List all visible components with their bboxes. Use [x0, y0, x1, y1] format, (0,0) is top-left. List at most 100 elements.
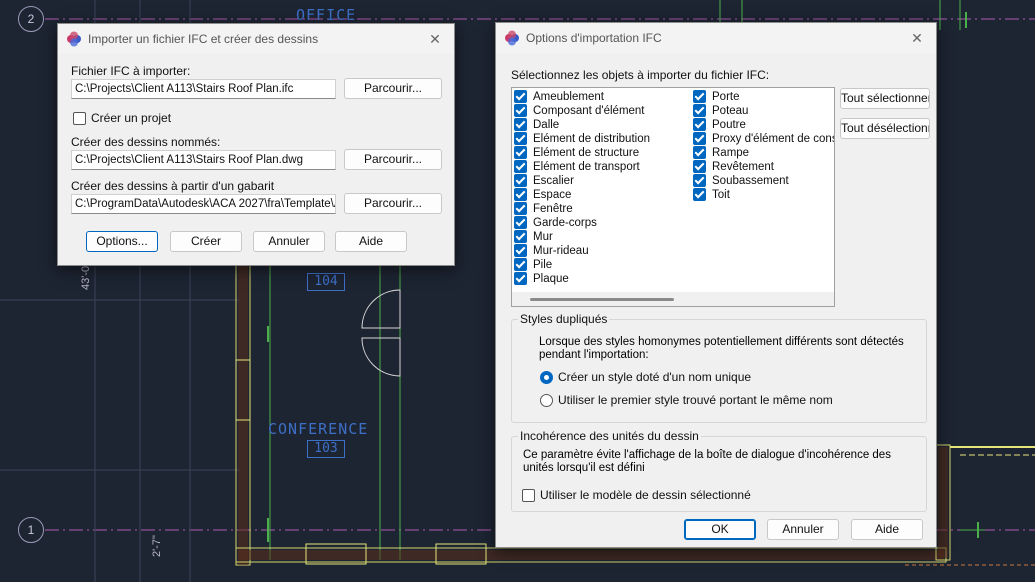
browse-template-button[interactable]: Parcourir...: [344, 193, 442, 214]
room-number-104: 104: [307, 273, 345, 291]
close-icon[interactable]: ✕: [424, 28, 446, 50]
checked-checkbox-icon[interactable]: [693, 132, 706, 145]
grid-bubble-1[interactable]: 1: [18, 517, 44, 543]
checked-checkbox-icon[interactable]: [514, 132, 527, 145]
checked-checkbox-icon[interactable]: [514, 230, 527, 243]
create-unique-style-radio[interactable]: [540, 371, 553, 384]
import-dialog-title: Importer un fichier IFC et créer des des…: [88, 32, 319, 46]
ifc-objects-list[interactable]: Ameublement Composant d'élément Dalle Eléme…: [511, 87, 835, 307]
checked-checkbox-icon[interactable]: [693, 118, 706, 131]
ifc-object-item[interactable]: Mur: [514, 230, 553, 244]
checked-checkbox-icon[interactable]: [693, 104, 706, 117]
ifc-object-item[interactable]: Toit: [693, 188, 730, 202]
duplicate-styles-description: Lorsque des styles homonymes potentielle…: [539, 336, 904, 361]
ifc-object-item[interactable]: Ameublement: [514, 90, 604, 104]
horizontal-scrollbar[interactable]: [512, 292, 834, 306]
ifc-object-item[interactable]: Fenêtre: [514, 202, 573, 216]
cancel-button[interactable]: Annuler: [253, 231, 325, 252]
ifc-file-input[interactable]: C:\Projects\Client A113\Stairs Roof Plan…: [71, 79, 336, 99]
checked-checkbox-icon[interactable]: [514, 244, 527, 257]
checked-checkbox-icon[interactable]: [514, 188, 527, 201]
use-template-checkbox[interactable]: [522, 489, 535, 502]
named-drawings-label: Créer des dessins nommés:: [71, 135, 221, 149]
checked-checkbox-icon[interactable]: [693, 188, 706, 201]
ifc-object-label: Plaque: [533, 273, 569, 285]
template-input[interactable]: C:\ProgramData\Autodesk\ACA 2027\fra\Tem…: [71, 194, 336, 214]
create-project-checkbox[interactable]: [73, 112, 86, 125]
units-mismatch-description: Ce paramètre évite l'affichage de la boî…: [523, 449, 891, 474]
ifc-object-item[interactable]: Elément de transport: [514, 160, 640, 174]
create-project-label: Créer un projet: [91, 111, 172, 125]
checked-checkbox-icon[interactable]: [514, 160, 527, 173]
create-button[interactable]: Créer: [170, 231, 242, 252]
ok-button[interactable]: OK: [684, 519, 756, 540]
options-button[interactable]: Options...: [86, 231, 158, 252]
ifc-object-label: Rampe: [712, 147, 750, 159]
ifc-object-item[interactable]: Poutre: [693, 118, 746, 132]
ifc-object-label: Escalier: [533, 175, 574, 187]
app-logo-icon: [67, 31, 81, 47]
ifc-object-item[interactable]: Porte: [693, 90, 740, 104]
use-template-label: Utiliser le modèle de dessin sélectionné: [540, 488, 751, 502]
duplicate-styles-group: Styles dupliqués Lorsque des styles homo…: [511, 312, 927, 423]
ifc-object-item[interactable]: Soubassement: [693, 174, 789, 188]
checked-checkbox-icon[interactable]: [514, 104, 527, 117]
ifc-object-label: Mur: [533, 231, 553, 243]
ifc-object-item[interactable]: Poteau: [693, 104, 748, 118]
ifc-file-label: Fichier IFC à importer:: [71, 64, 191, 78]
scrollbar-thumb[interactable]: [530, 298, 674, 301]
ifc-object-item[interactable]: Composant d'élément: [514, 104, 645, 118]
create-unique-style-label: Créer un style doté d'un nom unique: [558, 370, 752, 384]
named-drawings-input[interactable]: C:\Projects\Client A113\Stairs Roof Plan…: [71, 150, 336, 170]
ifc-object-item[interactable]: Revêtement: [693, 160, 774, 174]
checked-checkbox-icon[interactable]: [514, 202, 527, 215]
checked-checkbox-icon[interactable]: [514, 146, 527, 159]
ifc-object-item[interactable]: Espace: [514, 188, 571, 202]
checked-checkbox-icon[interactable]: [693, 90, 706, 103]
help-button[interactable]: Aide: [335, 231, 407, 252]
ifc-object-item[interactable]: Pile: [514, 258, 552, 272]
units-mismatch-title: Incohérence des unités du dessin: [518, 429, 701, 443]
browse-ifc-button[interactable]: Parcourir...: [344, 78, 442, 99]
ifc-object-item[interactable]: Elément de distribution: [514, 132, 650, 146]
checked-checkbox-icon[interactable]: [514, 90, 527, 103]
select-all-button[interactable]: Tout sélectionner: [840, 88, 930, 109]
ifc-object-label: Espace: [533, 189, 572, 201]
ifc-object-item[interactable]: Plaque: [514, 272, 569, 286]
close-icon[interactable]: ✕: [906, 27, 928, 49]
checked-checkbox-icon[interactable]: [514, 174, 527, 187]
checked-checkbox-icon[interactable]: [514, 118, 527, 131]
import-dialog-titlebar[interactable]: Importer un fichier IFC et créer des des…: [58, 24, 454, 54]
use-first-style-label: Utiliser le premier style trouvé portant…: [558, 393, 833, 407]
ifc-object-label: Proxy d'élément de construction: [712, 133, 834, 145]
deselect-all-button[interactable]: Tout désélectionner: [840, 118, 930, 139]
ifc-object-item[interactable]: Garde-corps: [514, 216, 597, 230]
ifc-object-item[interactable]: Mur-rideau: [514, 244, 589, 258]
checked-checkbox-icon[interactable]: [693, 160, 706, 173]
ifc-object-item[interactable]: Escalier: [514, 174, 574, 188]
cancel-button[interactable]: Annuler: [767, 519, 839, 540]
ifc-object-item[interactable]: Dalle: [514, 118, 559, 132]
app-logo-icon: [505, 30, 519, 46]
ifc-object-item[interactable]: Rampe: [693, 146, 749, 160]
options-dialog-title: Options d'importation IFC: [526, 31, 662, 45]
use-first-style-radio[interactable]: [540, 394, 553, 407]
browse-drawings-button[interactable]: Parcourir...: [344, 149, 442, 170]
checked-checkbox-icon[interactable]: [693, 146, 706, 159]
duplicate-styles-title: Styles dupliqués: [518, 312, 610, 326]
room-label-conference: CONFERENCE: [268, 420, 369, 438]
ifc-object-item[interactable]: Elément de structure: [514, 146, 639, 160]
ifc-object-label: Elément de transport: [533, 161, 640, 173]
ifc-object-item[interactable]: Proxy d'élément de construction: [693, 132, 834, 146]
checked-checkbox-icon[interactable]: [514, 258, 527, 271]
ifc-object-label: Poutre: [712, 119, 746, 131]
checked-checkbox-icon[interactable]: [514, 272, 527, 285]
checked-checkbox-icon[interactable]: [693, 174, 706, 187]
checked-checkbox-icon[interactable]: [514, 216, 527, 229]
room-label-office: OFFICE: [296, 6, 357, 24]
options-dialog-titlebar[interactable]: Options d'importation IFC ✕: [496, 23, 936, 53]
dimension-left-bottom: 2'-7": [150, 535, 163, 557]
ifc-object-label: Porte: [712, 91, 740, 103]
grid-bubble-2[interactable]: 2: [18, 6, 44, 32]
help-button[interactable]: Aide: [851, 519, 923, 540]
